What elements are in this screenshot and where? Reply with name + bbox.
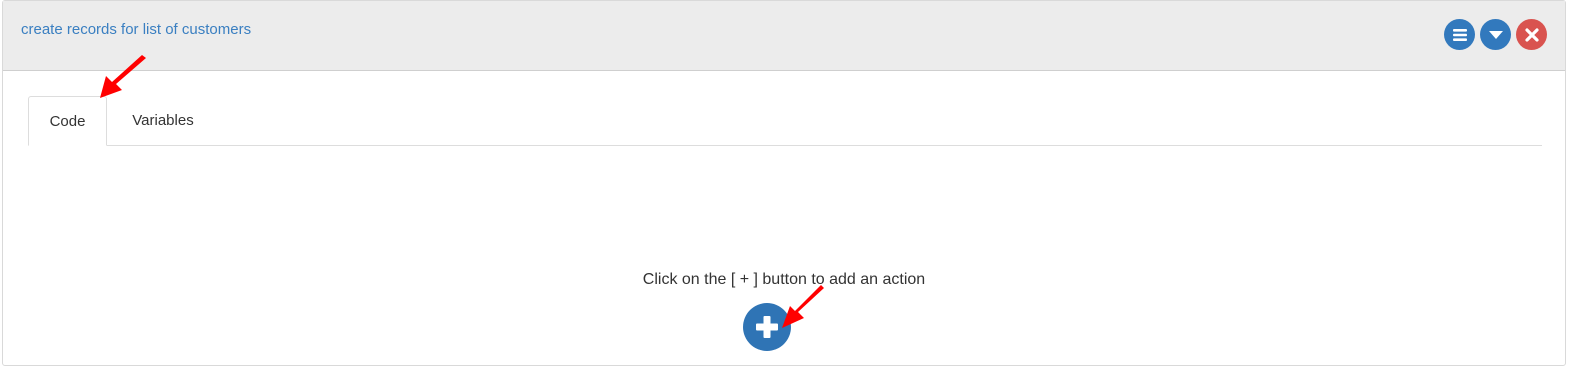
plus-icon [756,316,778,338]
tab-variables[interactable]: Variables [107,96,219,145]
panel-header: create records for list of customers [3,1,1565,71]
menu-icon [1452,28,1467,41]
empty-state-hint: Click on the [ + ] button to add an acti… [642,271,926,288]
close-button[interactable] [1516,19,1547,50]
collapse-button[interactable] [1480,19,1511,50]
chevron-down-icon [1488,30,1503,39]
add-action-button[interactable] [743,303,791,351]
tab-code[interactable]: Code [28,96,107,146]
close-icon [1524,27,1539,42]
action-panel: create records for list of customers Cod… [2,0,1566,366]
tab-bar: Code Variables [28,96,1542,146]
panel-title[interactable]: create records for list of customers [21,21,251,38]
menu-button[interactable] [1444,19,1475,50]
